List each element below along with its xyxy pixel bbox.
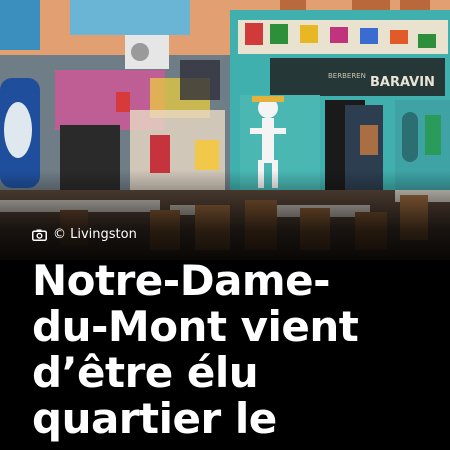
headline: Notre-Dame- du-Mont vient d’être élu qua… — [32, 258, 432, 442]
photo-credit: © Livingston — [32, 227, 137, 242]
headline-line: quartier le — [32, 394, 277, 443]
headline-line: Notre-Dame- — [32, 256, 331, 305]
camera-icon — [32, 229, 47, 241]
storefront-sign-text: BARAVIN — [370, 75, 435, 90]
post-card[interactable]: BARAVIN BERBEREN © Livingston Notre-Dame… — [0, 0, 450, 450]
headline-line: d’être élu — [32, 348, 259, 397]
photo-credit-text: © Livingston — [53, 227, 137, 242]
headline-line: du-Mont vient — [32, 302, 359, 351]
storefront-banner-text: BERBEREN — [328, 72, 366, 80]
